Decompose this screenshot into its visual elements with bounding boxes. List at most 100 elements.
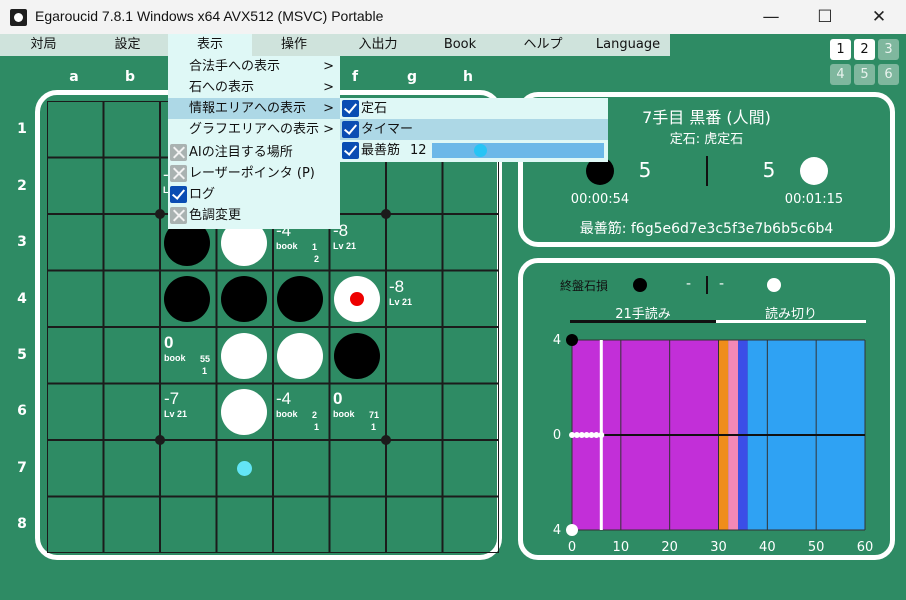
white-timer: 00:01:15 [784, 192, 844, 207]
white-count: 5 [762, 158, 776, 182]
menu-item-log[interactable]: ログ [168, 184, 340, 205]
best-line-length-value: 12 [410, 143, 427, 158]
white-stone-icon [767, 278, 781, 292]
level-button-3[interactable]: 3 [878, 39, 899, 60]
row-label: 2 [17, 178, 27, 194]
checkbox-checked-icon [342, 100, 359, 117]
maximize-button[interactable]: ☐ [802, 0, 848, 34]
menu-item-info-display[interactable]: 情報エリアへの表示 > [168, 98, 340, 119]
checkbox-unchecked-icon [170, 165, 187, 182]
submenu-item-timer[interactable]: タイマー [340, 119, 608, 140]
menu-item-ai-focus[interactable]: AIの注目する場所 [168, 142, 340, 163]
legal-move-marker[interactable] [237, 461, 252, 476]
row-label: 1 [17, 121, 27, 137]
graph-x-label: 0 [568, 540, 576, 555]
white-disc [277, 333, 323, 379]
graph-y-label: 4 [553, 523, 561, 538]
menu-settings[interactable]: 設定 [87, 34, 168, 56]
black-count: 5 [638, 158, 652, 182]
hint-e6[interactable]: -4 book 21 [276, 389, 328, 435]
menu-item-graph-display[interactable]: グラフエリアへの表示 > [168, 119, 340, 140]
graph-y-label: 4 [553, 333, 561, 348]
minimize-button[interactable]: — [748, 0, 794, 34]
app-icon [10, 9, 27, 26]
menu-view[interactable]: 表示 [168, 34, 252, 56]
column-label: a [69, 69, 79, 85]
view-menu-dropdown: 合法手への表示 > 石への表示 > 情報エリアへの表示 > グラフエリアへの表示 > A… [168, 56, 340, 229]
black-final-value: - [686, 276, 692, 292]
graph-white-marker [566, 524, 578, 536]
menu-language[interactable]: Language [586, 34, 670, 56]
row-label: 3 [17, 234, 27, 250]
graph-x-label: 10 [613, 540, 630, 555]
menu-item-color-change[interactable]: 色調変更 [168, 205, 340, 226]
divider [706, 156, 708, 186]
graph-x-label: 20 [661, 540, 678, 555]
white-disc [221, 389, 267, 435]
graph-x-label: 30 [710, 540, 727, 555]
tab-underline [716, 320, 866, 323]
hint-g4[interactable]: -8 Lv 21 [389, 277, 441, 323]
level-button-6[interactable]: 6 [878, 64, 899, 85]
window-title: Egaroucid 7.8.1 Windows x64 AVX512 (MSVC… [35, 8, 384, 24]
menu-help[interactable]: ヘルプ [500, 34, 586, 56]
menu-game[interactable]: 対局 [0, 34, 87, 56]
checkbox-checked-icon [342, 121, 359, 138]
graph-point [598, 432, 605, 438]
checkbox-checked-icon [342, 142, 359, 159]
hint-c6[interactable]: -7 Lv 21 [164, 389, 216, 435]
tab-underline [570, 320, 716, 323]
checkbox-checked-icon [170, 186, 187, 203]
divider [706, 276, 708, 294]
row-label: 6 [17, 403, 27, 419]
level-button-1[interactable]: 1 [830, 39, 851, 60]
best-line: 最善筋: f6g5e6d7e3c5f3e7b6b5c6b4 [579, 221, 834, 237]
menu-input-output[interactable]: 入出力 [336, 34, 420, 56]
last-move-marker [350, 292, 364, 306]
graph-x-label: 60 [857, 540, 874, 555]
black-disc [334, 333, 380, 379]
level-button-4[interactable]: 4 [830, 64, 851, 85]
slider-handle[interactable] [474, 144, 487, 157]
close-button[interactable]: ✕ [856, 0, 902, 34]
evaluation-graph[interactable]: 404 0 10 20 30 40 50 60 [545, 328, 875, 558]
hint-c5[interactable]: 0 book 55 1 [164, 333, 216, 379]
level-button-2[interactable]: 2 [854, 39, 875, 60]
white-disc [334, 276, 380, 322]
black-disc [164, 276, 210, 322]
column-label: b [124, 69, 136, 85]
menu-bar: 対局 設定 表示 操作 入出力 Book ヘルプ Language [0, 34, 670, 56]
checkbox-unchecked-icon [170, 207, 187, 224]
black-disc [221, 276, 267, 322]
final-loss-label: 終盤石損 [560, 279, 609, 293]
row-label: 4 [17, 291, 27, 307]
title-bar: Egaroucid 7.8.1 Windows x64 AVX512 (MSVC… [0, 0, 906, 34]
hint-f6[interactable]: 0 book 71 1 [333, 389, 385, 435]
white-disc [221, 333, 267, 379]
menu-item-legal-display[interactable]: 合法手への表示 > [168, 56, 340, 77]
menu-item-disc-display[interactable]: 石への表示 > [168, 77, 340, 98]
column-label: h [463, 69, 473, 85]
white-final-value: - [719, 276, 725, 292]
graph-x-label: 40 [759, 540, 776, 555]
graph-y-label: 0 [553, 428, 561, 443]
row-label: 8 [17, 516, 27, 532]
checkbox-unchecked-icon [170, 144, 187, 161]
menu-operation[interactable]: 操作 [252, 34, 336, 56]
white-stone-icon [800, 157, 828, 185]
menu-book[interactable]: Book [420, 34, 500, 56]
submenu-item-opening[interactable]: 定石 [340, 98, 608, 119]
row-label: 7 [17, 460, 27, 476]
black-timer: 00:00:54 [570, 192, 630, 207]
level-button-5[interactable]: 5 [854, 64, 875, 85]
menu-item-laser-pointer[interactable]: レーザーポインタ (P) [168, 163, 340, 184]
row-label: 5 [17, 347, 27, 363]
column-label: g [406, 69, 418, 85]
black-stone-icon [633, 278, 647, 292]
graph-x-label: 50 [808, 540, 825, 555]
best-line-length-slider[interactable] [432, 143, 604, 158]
info-area-submenu: 定石 タイマー 最善筋 12 [340, 98, 608, 162]
graph-black-marker [566, 334, 578, 346]
hint-f3[interactable]: -8 Lv 21 [333, 221, 385, 267]
column-label: f [351, 69, 359, 85]
